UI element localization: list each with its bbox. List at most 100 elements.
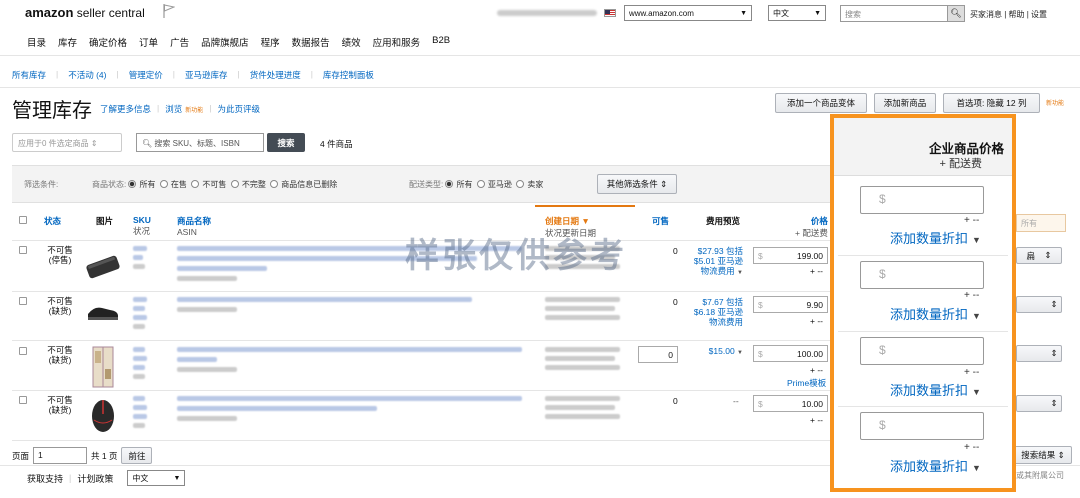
marketplace-select[interactable]: www.amazon.com ▼: [624, 5, 752, 21]
row-checkbox[interactable]: [19, 297, 27, 305]
nav-apps[interactable]: 应用和服务: [373, 35, 421, 49]
search-icon[interactable]: 🔍︎: [947, 5, 965, 22]
row-sku[interactable]: [133, 246, 147, 269]
radio-status-active[interactable]: 在售: [159, 180, 187, 189]
row-sku[interactable]: [133, 297, 147, 329]
subnav-all-inventory[interactable]: 所有库存: [12, 69, 46, 81]
select-all-checkbox[interactable]: [19, 216, 27, 224]
prime-template-link[interactable]: Prime模板: [787, 378, 826, 388]
row-product-name[interactable]: [177, 347, 522, 372]
language-select[interactable]: 中文 ▼: [768, 5, 826, 21]
more-filters-button[interactable]: 其他筛选条件 ⇕: [597, 174, 677, 194]
row-product-name[interactable]: [177, 297, 472, 312]
product-image-wardrobe[interactable]: [90, 345, 116, 389]
product-image-power-bank[interactable]: [83, 250, 123, 284]
col-price[interactable]: 价格 + 配送费: [795, 215, 828, 239]
header-links[interactable]: 买家消息 | 帮助 | 设置: [970, 9, 1047, 20]
subnav-shipments[interactable]: 货件处理进度: [250, 69, 301, 81]
add-quantity-discount-link[interactable]: 添加数量折扣 ▼: [890, 228, 981, 247]
add-variant-button[interactable]: 添加一个商品变体: [775, 93, 867, 113]
subnav-inventory-dashboard[interactable]: 库存控制面板: [323, 69, 374, 81]
search-results-button[interactable]: 搜索结果 ⇕: [1014, 446, 1072, 464]
rate-page-link[interactable]: 为此页评级: [217, 103, 260, 115]
policy-link[interactable]: 计划政策: [77, 472, 113, 485]
filter-all-input[interactable]: 所有: [1016, 214, 1066, 232]
go-button[interactable]: 前往: [121, 447, 153, 464]
browse-link[interactable]: 浏览 新功能: [165, 103, 203, 115]
preferences-button[interactable]: 首选项: 隐藏 12 列: [943, 93, 1040, 113]
row-sku[interactable]: [133, 396, 147, 428]
col-available[interactable]: 可售: [652, 215, 669, 227]
add-quantity-discount-link[interactable]: 添加数量折扣 ▼: [890, 456, 981, 475]
product-image-shoe[interactable]: [86, 300, 120, 322]
row-fee-preview[interactable]: $27.93 包括 $5.01 亚马逊 物流费用 ▼: [686, 246, 743, 278]
radio-label: 在售: [170, 180, 187, 189]
row-fee-preview[interactable]: $7.67 包括 $6.18 亚马逊 物流费用: [686, 297, 743, 327]
nav-reports[interactable]: 数据报告: [292, 35, 330, 49]
row-checkbox[interactable]: [19, 396, 27, 404]
sku-search-input[interactable]: 🔍︎ 搜索 SKU、标题、ISBN: [136, 133, 264, 152]
nav-b2b[interactable]: B2B: [432, 35, 450, 49]
radio-fulfill-all[interactable]: 所有: [445, 180, 472, 189]
page-total: 共 1 页: [91, 450, 118, 461]
product-image-mouse[interactable]: [88, 396, 118, 434]
nav-performance[interactable]: 绩效: [342, 35, 361, 49]
subnav-manage-pricing[interactable]: 管理定价: [129, 69, 163, 81]
radio-status-suppressed[interactable]: 商品信息已删除: [270, 180, 337, 189]
row-product-name[interactable]: [177, 396, 522, 421]
bulk-action-select[interactable]: 应用于0 件选定商品 ⇕: [12, 133, 122, 152]
row-price-input[interactable]: $199.00: [753, 247, 828, 264]
learn-more-link[interactable]: 了解更多信息: [100, 103, 151, 115]
col-name[interactable]: 商品名称 ASIN: [177, 215, 211, 237]
business-price-input[interactable]: $: [860, 261, 984, 289]
subnav-inactive[interactable]: 不活动 (4): [68, 69, 106, 81]
caret-down-icon: ▼: [972, 387, 981, 397]
radio-fulfill-seller[interactable]: 卖家: [516, 180, 543, 189]
radio-status-inactive[interactable]: 不可售: [191, 180, 226, 189]
row-edit-button[interactable]: 扁 ⇕: [1016, 247, 1062, 264]
dollar-sign: $: [758, 299, 763, 310]
row-edit-button[interactable]: ⇕: [1016, 395, 1062, 412]
business-price-input[interactable]: $: [860, 337, 984, 365]
business-price-input[interactable]: $: [860, 412, 984, 440]
nav-pricing[interactable]: 确定价格: [89, 35, 127, 49]
chevron-updown-icon: ⇕: [1050, 299, 1058, 309]
nav-advertising[interactable]: 广告: [170, 35, 189, 49]
radio-fulfill-amazon[interactable]: 亚马逊: [476, 180, 512, 189]
subnav-amazon-inventory[interactable]: 亚马逊库存: [185, 69, 228, 81]
search-results-label: 搜索结果: [1021, 450, 1056, 460]
row-shipping: + --: [810, 316, 823, 326]
nav-catalog[interactable]: 目录: [27, 35, 46, 49]
row-price-input[interactable]: $9.90: [753, 296, 828, 313]
row-quantity-input[interactable]: 0: [638, 346, 678, 363]
row-edit-button[interactable]: ⇕: [1016, 345, 1062, 362]
radio-status-all[interactable]: 所有: [128, 180, 155, 189]
footer-language-select[interactable]: 中文 ▼: [127, 470, 186, 486]
radio-status-incomplete[interactable]: 不完整: [230, 180, 266, 189]
row-checkbox[interactable]: [19, 246, 27, 254]
search-button[interactable]: 搜索: [267, 133, 305, 152]
col-status[interactable]: 状态: [44, 215, 61, 227]
row-edit-button[interactable]: ⇕: [1016, 296, 1062, 313]
amazon-seller-central-logo[interactable]: amazon seller central: [25, 5, 145, 20]
nav-inventory[interactable]: 库存: [58, 35, 77, 49]
col-sku[interactable]: SKU 状况: [133, 215, 151, 237]
logo-sub: seller central: [73, 6, 145, 20]
business-price-input[interactable]: $: [860, 186, 984, 214]
chevron-down-icon: ▼: [814, 9, 821, 17]
add-product-button[interactable]: 添加新商品: [874, 93, 936, 113]
page-number-input[interactable]: 1: [33, 447, 88, 464]
support-link[interactable]: 获取支持: [27, 472, 63, 485]
row-fee-preview[interactable]: $15.00 ▼: [686, 346, 743, 358]
row-checkbox[interactable]: [19, 347, 27, 355]
nav-programs[interactable]: 程序: [261, 35, 280, 49]
flag-icon[interactable]: [163, 4, 175, 18]
add-quantity-discount-link[interactable]: 添加数量折扣 ▼: [890, 380, 981, 399]
row-price-input[interactable]: $100.00: [753, 345, 828, 362]
nav-orders[interactable]: 订单: [139, 35, 158, 49]
row-price-input[interactable]: $10.00: [753, 395, 828, 412]
add-quantity-discount-link[interactable]: 添加数量折扣 ▼: [890, 304, 981, 323]
header-search-input[interactable]: 搜索: [840, 5, 948, 22]
nav-stores[interactable]: 品牌旗舰店: [201, 35, 249, 49]
row-sku[interactable]: [133, 347, 147, 379]
